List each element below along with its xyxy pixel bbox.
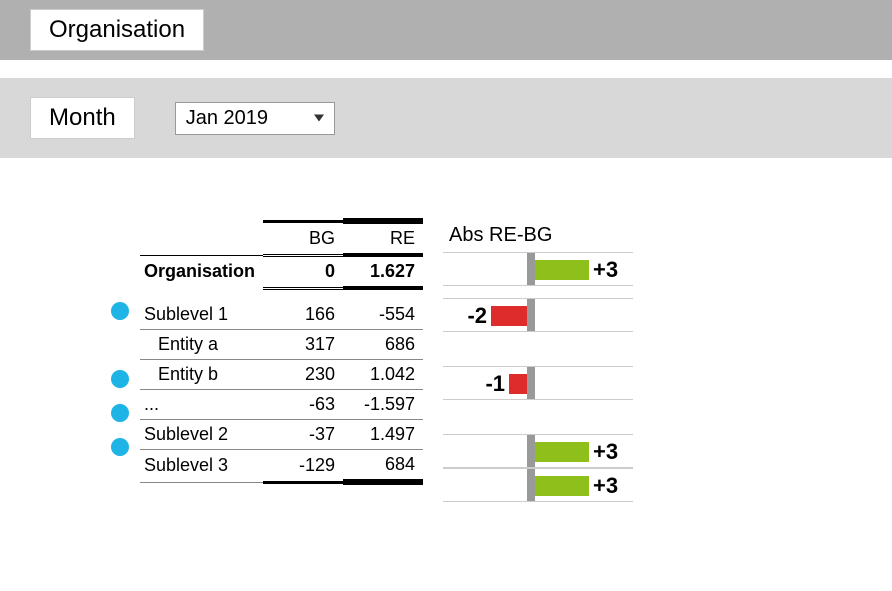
chart-bar-label: +3 <box>593 439 618 465</box>
chart-rows: +3 -2 -1 +3 +3 <box>443 252 633 502</box>
chart-title: Abs RE-BG <box>443 218 633 252</box>
chart-bar-positive <box>535 476 589 496</box>
chart-bar-label: +3 <box>593 257 618 283</box>
month-dropdown-value: Jan 2019 <box>186 107 268 129</box>
table-row: Sublevel 2-371.497 <box>140 420 423 450</box>
chart-axis <box>527 299 535 331</box>
variance-chart: Abs RE-BG +3 -2 -1 +3 +3 <box>443 218 633 502</box>
chart-axis <box>527 253 535 285</box>
chart-bar-row: +3 <box>443 252 633 286</box>
chart-axis <box>527 469 535 501</box>
row-label: Sublevel 1 <box>140 300 263 330</box>
table-row: Sublevel 1166-554 <box>140 300 423 330</box>
row-label: Entity a <box>140 330 263 360</box>
bullet-slot <box>100 362 140 396</box>
bullet-slot <box>100 328 140 362</box>
cell-bg: 230 <box>263 360 343 390</box>
chart-bar-row: +3 <box>443 434 633 468</box>
header-month-bar: Month Jan 2019 <box>0 78 892 158</box>
chart-bar-negative <box>491 306 527 326</box>
cell-re: 1.627 <box>343 255 423 288</box>
cell-bg: -129 <box>263 450 343 483</box>
header-re: RE <box>343 221 423 255</box>
chart-bar-positive <box>535 260 589 280</box>
chart-bar-row: -2 <box>443 298 633 332</box>
row-label: Entity b <box>140 360 263 390</box>
chart-bar-label: -1 <box>485 371 505 397</box>
bullet-icon <box>111 438 129 456</box>
chart-bar-label: -2 <box>467 303 487 329</box>
bullet-icon <box>111 302 129 320</box>
cell-bg: -63 <box>263 390 343 420</box>
bullet-slot <box>100 396 140 430</box>
chart-axis <box>527 435 535 467</box>
row-label: Organisation <box>140 255 263 288</box>
table-row: Sublevel 3-129684 <box>140 450 423 483</box>
cell-re: 1.042 <box>343 360 423 390</box>
chart-bar-label: +3 <box>593 473 618 499</box>
cell-re: -1.597 <box>343 390 423 420</box>
cell-bg: 166 <box>263 300 343 330</box>
bullet-slot <box>100 294 140 328</box>
cell-re: 686 <box>343 330 423 360</box>
org-label: Organisation <box>30 9 204 51</box>
table-row: ...-63-1.597 <box>140 390 423 420</box>
table-row: Organisation01.627 <box>140 255 423 288</box>
chart-bar-negative <box>509 374 527 394</box>
header-org-bar: Organisation <box>0 0 892 60</box>
cell-bg: -37 <box>263 420 343 450</box>
cell-re: 1.497 <box>343 420 423 450</box>
chart-axis <box>527 367 535 399</box>
data-table: BG RE Organisation01.627 Sublevel 1166-55… <box>140 218 423 485</box>
gap-row <box>140 288 423 300</box>
bullet-slot <box>100 430 140 464</box>
cell-bg: 317 <box>263 330 343 360</box>
bullet-column <box>100 294 140 498</box>
chart-bar-positive <box>535 442 589 462</box>
table-header-row: BG RE <box>140 221 423 255</box>
cell-re: 684 <box>343 450 423 483</box>
month-dropdown[interactable]: Jan 2019 <box>175 102 335 135</box>
row-label: Sublevel 2 <box>140 420 263 450</box>
bullet-slot <box>100 464 140 498</box>
row-label: Sublevel 3 <box>140 450 263 483</box>
month-label: Month <box>30 97 135 139</box>
bullet-icon <box>111 404 129 422</box>
header-bg: BG <box>263 221 343 255</box>
row-label: ... <box>140 390 263 420</box>
content-area: BG RE Organisation01.627 Sublevel 1166-55… <box>100 218 892 502</box>
table-row: Entity a317686 <box>140 330 423 360</box>
chart-bar-row: -1 <box>443 366 633 400</box>
cell-bg: 0 <box>263 255 343 288</box>
table-row: Entity b2301.042 <box>140 360 423 390</box>
bullet-icon <box>111 370 129 388</box>
cell-re: -554 <box>343 300 423 330</box>
header-blank <box>140 221 263 255</box>
chart-bar-row: +3 <box>443 468 633 502</box>
